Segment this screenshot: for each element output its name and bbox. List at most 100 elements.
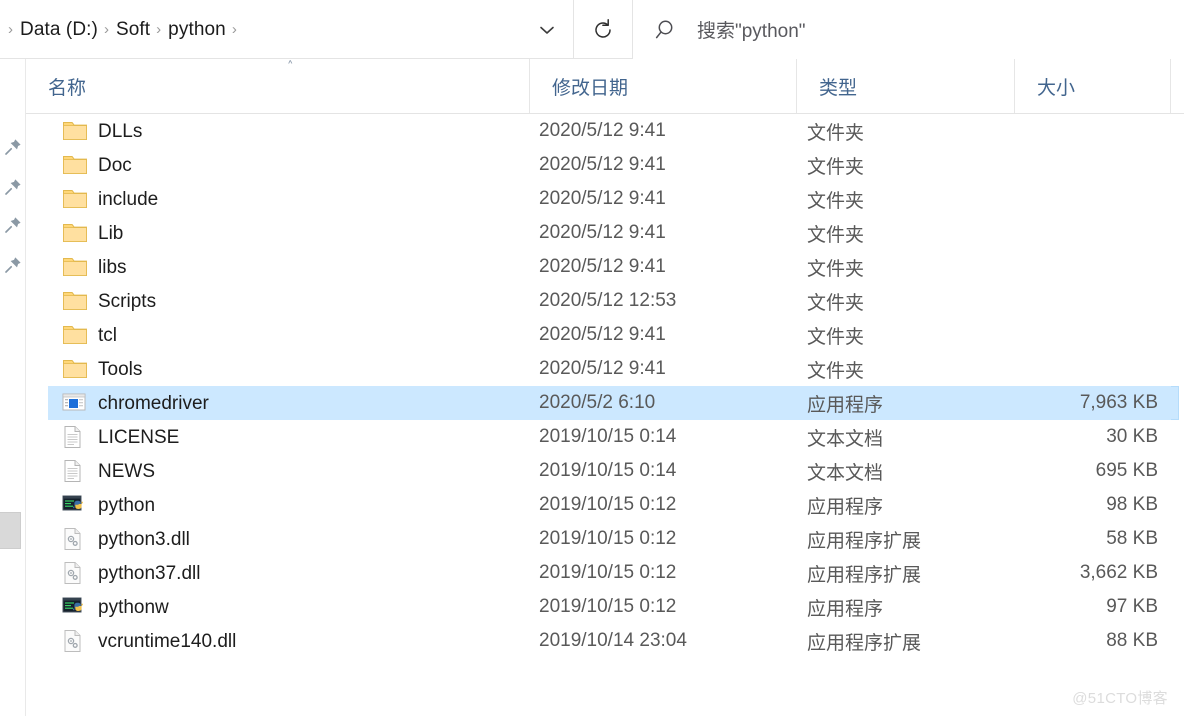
- cell-name[interactable]: Lib: [48, 216, 530, 250]
- cell-type: 文件夹: [807, 360, 865, 382]
- watermark: @51CTO博客: [1072, 690, 1168, 707]
- file-row[interactable]: NEWS 2019/10/15 0:14 文本文档 695 KB: [26, 454, 1184, 488]
- cell-name[interactable]: Scripts: [48, 284, 530, 318]
- file-row[interactable]: tcl 2020/5/12 9:41 文件夹: [26, 318, 1184, 352]
- text-file-icon: [62, 458, 92, 484]
- cell-name[interactable]: libs: [48, 250, 530, 284]
- file-row-selected[interactable]: chromedriver 2020/5/2 6:10 应用程序 7,963 KB: [26, 386, 1184, 420]
- cell-name[interactable]: vcruntime140.dll: [48, 624, 530, 658]
- file-row[interactable]: include 2020/5/12 9:41 文件夹: [26, 182, 1184, 216]
- cell-name[interactable]: chromedriver: [48, 386, 530, 420]
- cell-date-modified: 2020/5/12 9:41: [539, 358, 666, 379]
- cell-name[interactable]: LICENSE: [48, 420, 530, 454]
- column-header-type[interactable]: 类型: [797, 59, 1015, 113]
- file-list[interactable]: DLLs 2020/5/12 9:41 文件夹 Doc 2020/5/12 9:41 文件…: [26, 114, 1184, 716]
- column-header-date[interactable]: 修改日期: [530, 59, 797, 113]
- file-row[interactable]: python3.dll 2019/10/15 0:12 应用程序扩展 58 KB: [26, 522, 1184, 556]
- search-icon: [655, 20, 673, 38]
- cell-name[interactable]: Tools: [48, 352, 530, 386]
- pushpin-icon[interactable]: [3, 255, 23, 275]
- column-header-size-label: 大小: [1037, 77, 1076, 99]
- cell-name[interactable]: NEWS: [48, 454, 530, 488]
- address-bar: › Data (D:) › Soft › python › 搜索"python": [0, 0, 1184, 59]
- breadcrumb-separator: ›: [8, 21, 13, 38]
- cell-size: 58 KB: [1106, 528, 1158, 549]
- cell-name[interactable]: python: [48, 488, 530, 522]
- column-header-type-label: 类型: [819, 77, 858, 99]
- file-row[interactable]: python 2019/10/15 0:12 应用程序 98 KB: [26, 488, 1184, 522]
- cell-size: 7,963 KB: [1015, 386, 1171, 420]
- cell-name[interactable]: python3.dll: [48, 522, 530, 556]
- cell-date-modified: 2019/10/15 0:14: [539, 426, 677, 447]
- text-file-icon: [62, 424, 92, 450]
- cell-date-modified: 2019/10/15 0:12: [539, 528, 677, 549]
- file-name-label: python37.dll: [98, 562, 201, 584]
- file-row[interactable]: pythonw 2019/10/15 0:12 应用程序 97 KB: [26, 590, 1184, 624]
- cell-date-modified: 2020/5/2 6:10: [530, 386, 797, 420]
- cell-name[interactable]: tcl: [48, 318, 530, 352]
- cell-size: [1015, 352, 1171, 386]
- cell-date-modified: 2020/5/12 9:41: [539, 188, 666, 209]
- file-name-label: DLLs: [98, 120, 143, 142]
- dll-file-icon: [62, 628, 92, 654]
- cell-name[interactable]: pythonw: [48, 590, 530, 624]
- column-header-size[interactable]: 大小: [1015, 59, 1171, 113]
- breadcrumb[interactable]: › Data (D:) › Soft › python ›: [4, 19, 521, 41]
- breadcrumb-bar[interactable]: › Data (D:) › Soft › python ›: [0, 0, 574, 59]
- cell-name[interactable]: DLLs: [48, 114, 530, 148]
- sort-ascending-icon: ˄: [287, 60, 294, 75]
- folder-icon: [62, 322, 92, 348]
- file-row[interactable]: DLLs 2020/5/12 9:41 文件夹: [26, 114, 1184, 148]
- file-name-label: Tools: [98, 358, 143, 380]
- cell-type: 文件夹: [807, 326, 865, 348]
- cell-date-modified: 2019/10/15 0:12: [539, 596, 677, 617]
- pushpin-icon[interactable]: [3, 215, 23, 235]
- chevron-down-icon[interactable]: [521, 20, 573, 40]
- cell-type: 文本文档: [807, 428, 884, 450]
- pushpin-icon[interactable]: [3, 137, 23, 157]
- file-name-label: python3.dll: [98, 528, 190, 550]
- breadcrumb-separator: ›: [231, 21, 237, 38]
- folder-icon: [62, 186, 92, 212]
- cell-name[interactable]: Doc: [48, 148, 530, 182]
- cell-size: [1015, 114, 1171, 148]
- cell-size: 30 KB: [1106, 426, 1158, 447]
- breadcrumb-separator: ›: [156, 21, 162, 38]
- column-header-row: ˄ 名称 修改日期 类型 大小: [26, 59, 1184, 114]
- application-icon: [62, 390, 92, 416]
- pushpin-icon[interactable]: [3, 177, 23, 197]
- search-box[interactable]: 搜索"python": [633, 0, 1184, 59]
- cell-name[interactable]: include: [48, 182, 530, 216]
- refresh-icon: [595, 18, 611, 38]
- file-row[interactable]: libs 2020/5/12 9:41 文件夹: [26, 250, 1184, 284]
- cell-size: [1015, 148, 1171, 182]
- cell-type: 文件夹: [807, 190, 865, 212]
- file-row[interactable]: python37.dll 2019/10/15 0:12 应用程序扩展 3,662 K…: [26, 556, 1184, 590]
- python-exe-icon: [62, 594, 92, 620]
- navigation-rail: [0, 59, 26, 716]
- file-row[interactable]: LICENSE 2019/10/15 0:14 文本文档 30 KB: [26, 420, 1184, 454]
- file-row[interactable]: Doc 2020/5/12 9:41 文件夹: [26, 148, 1184, 182]
- folder-icon: [62, 118, 92, 144]
- cell-size: 3,662 KB: [1079, 562, 1158, 583]
- file-row[interactable]: Lib 2020/5/12 9:41 文件夹: [26, 216, 1184, 250]
- refresh-button[interactable]: [574, 0, 633, 59]
- scroll-handle[interactable]: [0, 512, 21, 549]
- cell-name[interactable]: python37.dll: [48, 556, 530, 590]
- breadcrumb-item[interactable]: Soft: [116, 19, 150, 41]
- file-name-label: include: [98, 188, 159, 210]
- file-row[interactable]: vcruntime140.dll 2019/10/14 23:04 应用程序扩展 88…: [26, 624, 1184, 658]
- column-header-name[interactable]: ˄ 名称: [26, 59, 530, 113]
- column-header-name-label: 名称: [48, 77, 87, 99]
- file-row[interactable]: Scripts 2020/5/12 12:53 文件夹: [26, 284, 1184, 318]
- cell-size: [1015, 216, 1171, 250]
- file-name-label: vcruntime140.dll: [98, 630, 237, 652]
- file-row[interactable]: Tools 2020/5/12 9:41 文件夹: [26, 352, 1184, 386]
- breadcrumb-item[interactable]: Data (D:): [20, 19, 98, 41]
- file-name-label: pythonw: [98, 596, 169, 618]
- breadcrumb-item[interactable]: python: [168, 19, 226, 41]
- folder-icon: [62, 288, 92, 314]
- search-input[interactable]: 搜索"python": [697, 16, 806, 43]
- file-explorer-window: › Data (D:) › Soft › python › 搜索"python": [0, 0, 1184, 716]
- folder-icon: [62, 220, 92, 246]
